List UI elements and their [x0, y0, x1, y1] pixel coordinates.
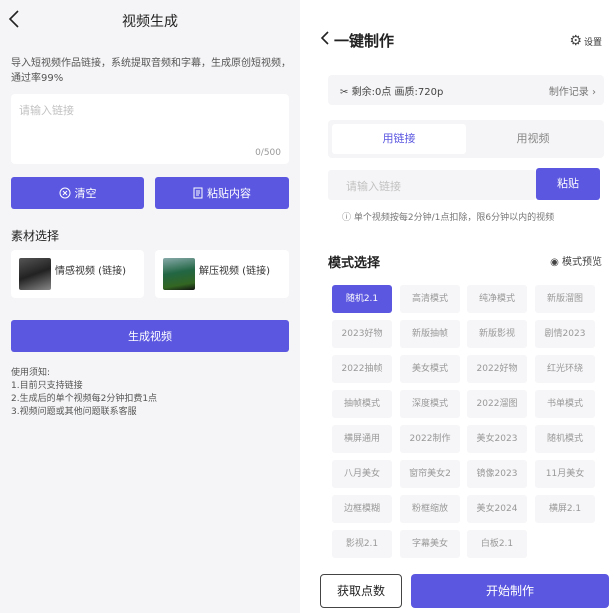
eye-icon: ◉	[550, 257, 559, 268]
material-label: 解压视频 (链接)	[199, 266, 270, 277]
link-input[interactable]: 请输入链接	[328, 170, 536, 200]
mode-chip[interactable]: 2022抽帧	[332, 355, 392, 383]
mode-chip[interactable]: 书单模式	[535, 390, 595, 418]
source-tabs: 用链接 用视频	[328, 120, 604, 158]
mode-chip[interactable]: 边框模糊	[332, 495, 392, 523]
mode-chip[interactable]: 2022溜图	[467, 390, 527, 418]
status-bar: ✂ 剩余:0点 画质:720p 制作记录 ›	[328, 75, 604, 105]
clear-button[interactable]: 清空	[11, 177, 144, 209]
one-click-panel: 一键制作 ⚙ 设置 ✂ 剩余:0点 画质:720p 制作记录 › 用链接 用视频…	[314, 0, 614, 613]
chevron-left-icon[interactable]	[320, 30, 330, 50]
mode-chip[interactable]: 美女2023	[467, 425, 527, 453]
mode-chip[interactable]: 深度模式	[400, 390, 460, 418]
settings-button[interactable]: ⚙ 设置	[569, 33, 602, 49]
video-generate-panel: 视频生成 导入短视频作品链接，系统提取音频和字幕，生成原创短视频，通过率99% …	[0, 0, 300, 613]
hint-label: 单个视频按每2分钟/1点扣除，限6分钟以内的视频	[353, 213, 555, 223]
paste-label: 粘贴内容	[207, 187, 251, 200]
clear-label: 清空	[74, 187, 97, 200]
mode-chip[interactable]: 美女模式	[400, 355, 460, 383]
mode-chip[interactable]: 红光环绕	[535, 355, 595, 383]
material-label: 情感视频 (链接)	[55, 266, 126, 277]
get-points-button[interactable]: 获取点数	[320, 574, 402, 608]
tab-link[interactable]: 用链接	[332, 124, 466, 154]
mode-chip[interactable]: 新版溜图	[535, 285, 595, 313]
mode-chip[interactable]: 新版影视	[467, 320, 527, 348]
mode-chip[interactable]: 2023好物	[332, 320, 392, 348]
material-thumbnail	[19, 258, 51, 290]
document-icon	[193, 187, 203, 199]
mode-chip[interactable]: 高清模式	[400, 285, 460, 313]
scissors-icon: ✂	[340, 87, 349, 98]
note-line: 1.目前只支持链接	[11, 381, 83, 391]
mode-chip[interactable]: 2022制作	[400, 425, 460, 453]
mode-chip[interactable]: 剧情2023	[535, 320, 595, 348]
points-quality: 剩余:0点 画质:720p	[351, 87, 444, 98]
mode-section-title: 模式选择	[328, 256, 381, 271]
material-thumbnail	[163, 258, 195, 290]
mode-chip[interactable]: 纯净模式	[467, 285, 527, 313]
mode-chip[interactable]: 窗帘美女2	[400, 460, 460, 488]
generate-video-button[interactable]: 生成视频	[11, 320, 289, 352]
paste-button[interactable]: 粘贴	[536, 168, 600, 200]
mode-chip[interactable]: 横屏通用	[332, 425, 392, 453]
records-label: 制作记录	[548, 87, 589, 98]
chevron-right-icon: ›	[592, 87, 596, 98]
page-title: 一键制作	[334, 32, 395, 50]
records-link[interactable]: 制作记录 ›	[549, 83, 596, 98]
start-production-button[interactable]: 开始制作	[411, 574, 609, 608]
footer-actions: 获取点数 开始制作	[314, 570, 614, 613]
mode-chip[interactable]: 新版抽帧	[400, 320, 460, 348]
material-section-title: 素材选择	[11, 229, 60, 243]
mode-chip[interactable]: 美女2024	[467, 495, 527, 523]
preview-label: 模式预览	[562, 257, 602, 268]
material-card-emotion[interactable]: 情感视频 (链接)	[11, 250, 144, 298]
info-icon: ⓘ	[342, 213, 352, 223]
mode-chip[interactable]: 镜像2023	[467, 460, 527, 488]
usage-notes: 使用须知: 1.目前只支持链接 2.生成后的单个视频每2分钟扣费1点 3.视频问…	[11, 367, 157, 419]
textarea-placeholder: 请输入链接	[19, 104, 74, 117]
paste-content-button[interactable]: 粘贴内容	[155, 177, 289, 209]
description: 导入短视频作品链接，系统提取音频和字幕，生成原创短视频，通过率99%	[11, 58, 291, 84]
hint-text: ⓘ 单个视频按每2分钟/1点扣除，限6分钟以内的视频	[342, 210, 554, 223]
mode-chip[interactable]: 随机模式	[535, 425, 595, 453]
clear-icon	[59, 187, 70, 199]
mode-preview-button[interactable]: ◉ 模式预览	[550, 253, 602, 268]
mode-chip[interactable]: 八月美女	[332, 460, 392, 488]
note-line: 2.生成后的单个视频每2分钟扣费1点	[11, 394, 158, 404]
mode-chip[interactable]: 2022好物	[467, 355, 527, 383]
link-placeholder: 请输入链接	[346, 180, 401, 193]
mode-chip[interactable]: 11月美女	[535, 460, 595, 488]
mode-chip[interactable]: 字幕美女	[400, 530, 460, 558]
note-line: 3.视频问题或其他问题联系客服	[11, 407, 137, 417]
link-textarea[interactable]: 请输入链接 0/500	[11, 94, 289, 164]
header: 视频生成	[0, 0, 300, 40]
mode-chip[interactable]: 粉框缩放	[400, 495, 460, 523]
mode-chip[interactable]: 影视2.1	[332, 530, 392, 558]
char-count: 0/500	[255, 148, 281, 158]
mode-chip[interactable]: 横屏2.1	[535, 495, 595, 523]
generate-label: 生成视频	[128, 330, 172, 343]
tab-video[interactable]: 用视频	[466, 124, 600, 154]
chevron-left-icon[interactable]	[8, 9, 28, 31]
mode-chip[interactable]: 白板2.1	[467, 530, 527, 558]
gear-icon: ⚙	[569, 33, 582, 49]
material-card-relax[interactable]: 解压视频 (链接)	[155, 250, 289, 298]
page-title: 视频生成	[122, 14, 178, 30]
settings-label: 设置	[583, 37, 602, 48]
mode-chip[interactable]: 随机2.1	[332, 285, 392, 313]
mode-chip[interactable]: 抽帧模式	[332, 390, 392, 418]
note-line: 使用须知:	[11, 368, 51, 378]
status-text: ✂ 剩余:0点 画质:720p	[340, 83, 443, 98]
